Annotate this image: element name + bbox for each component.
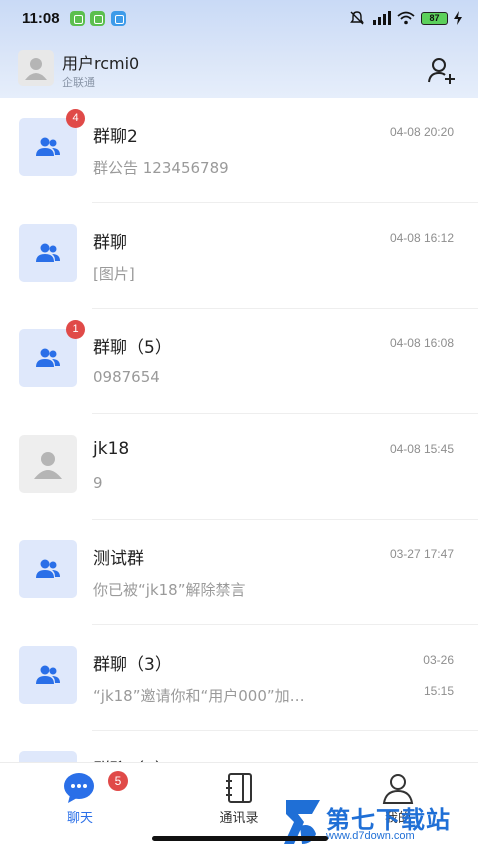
charging-icon [454, 11, 462, 25]
conversation-row[interactable]: 测试群你已被“jk18”解除禁言 03-27 17:47 [0, 520, 478, 625]
mute-icon [350, 11, 364, 25]
tab-chat[interactable]: 5 聊天 [20, 763, 140, 833]
conversation-preview: “jk18”邀请你和“用户000”加… [93, 686, 305, 705]
conversation-row[interactable]: 群聊 [图片] 04-08 16:12 [0, 204, 478, 309]
conversation-preview: [图片] [93, 264, 135, 283]
tab-label: 通讯录 [219, 811, 259, 826]
group-icon [36, 243, 60, 262]
conversation-row[interactable]: 群聊（3） “jk18”邀请你和“用户000”加… 03-26 15:15 [0, 626, 478, 731]
conversation-time: 04-08 15:45 [389, 441, 454, 456]
group-icon [36, 348, 60, 367]
signal-icon [371, 11, 391, 25]
conversation-preview: 你已被“jk18”解除禁言 [93, 581, 246, 599]
conversation-avatar [19, 540, 77, 598]
conversation-time-secondary: 15:15 [423, 683, 454, 698]
app-notification-icon [111, 11, 126, 26]
status-right: 87 [349, 10, 462, 26]
person-icon [34, 451, 62, 479]
conversation-time: 03-26 [423, 652, 454, 667]
conversation-title: 测试群 [93, 549, 144, 569]
add-contact-icon [428, 58, 455, 84]
group-icon [36, 559, 60, 578]
unread-badge: 1 [66, 320, 85, 339]
status-time: 11:08 [22, 10, 60, 27]
conversation-time: 04-08 16:08 [389, 336, 454, 350]
user-avatar[interactable] [18, 50, 54, 86]
group-icon [36, 665, 60, 684]
tab-badge: 5 [108, 771, 128, 791]
conversation-title: 群聊（5） [93, 338, 172, 358]
watermark-url: www.d7down.com [326, 830, 415, 842]
tab-label: 聊天 [66, 811, 93, 826]
user-name[interactable]: 用户rcmi0 [62, 50, 139, 74]
conversation-preview: 9 [93, 473, 103, 492]
conversation-title: jk18 [93, 438, 130, 459]
home-indicator[interactable] [152, 836, 328, 841]
conversation-avatar [19, 223, 77, 282]
conversation-time: 04-08 20:20 [389, 125, 454, 139]
group-icon [36, 137, 60, 156]
conversation-row[interactable]: jk18 9 04-08 15:45 [0, 415, 478, 520]
top-header: 11:08 87 用户rcmi0 企联通 [0, 0, 478, 98]
conversation-title: 群聊 [93, 232, 127, 253]
address-book-icon [226, 773, 252, 803]
conversation-title: 群聊2 [93, 127, 138, 147]
conversation-time: 04-08 16:12 [389, 230, 454, 245]
conversation-avatar: 4 [19, 109, 85, 176]
add-contact-button[interactable] [426, 54, 458, 86]
conversation-row[interactable]: 1 群聊（5） 0987654 04-08 16:08 [0, 309, 478, 414]
conversation-title: 群聊（3） [93, 654, 172, 675]
org-name: 企联通 [62, 76, 95, 89]
wifi-icon [397, 11, 415, 25]
unread-badge: 4 [66, 109, 85, 128]
conversation-row[interactable]: 4 群聊2 群公告 123456789 04-08 20:20 [0, 98, 478, 203]
conversation-avatar [19, 434, 77, 493]
tab-contacts[interactable]: 通讯录 [179, 763, 299, 833]
conversation-preview: 群公告 123456789 [93, 159, 229, 177]
battery-icon: 87 [421, 11, 448, 25]
status-bar: 11:08 87 [0, 0, 478, 38]
conversation-time: 03-27 17:47 [389, 547, 454, 561]
conversation-preview: 0987654 [93, 368, 160, 386]
conversation-avatar: 1 [19, 320, 85, 387]
watermark-logo: 第七下载站 www.d7down.com [282, 796, 478, 850]
chat-bubble-icon [64, 773, 94, 803]
app-notification-icon [70, 11, 85, 26]
app-notification-icon [90, 11, 105, 26]
conversation-avatar [19, 645, 77, 704]
person-icon [25, 58, 47, 80]
